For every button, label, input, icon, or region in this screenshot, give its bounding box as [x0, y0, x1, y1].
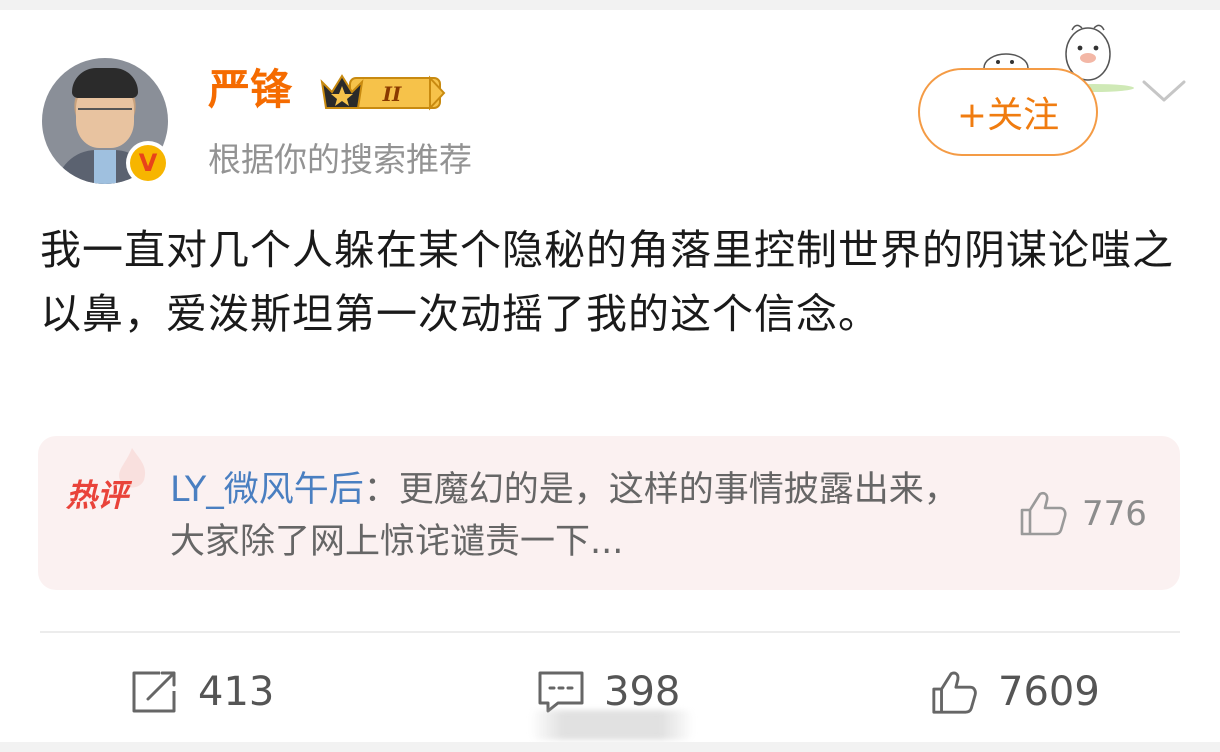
comment-icon: [538, 671, 584, 713]
repost-icon: [132, 671, 176, 713]
watermark-blur: [530, 710, 694, 740]
bottom-divider: [0, 742, 1220, 752]
chevron-down-icon[interactable]: [1140, 76, 1188, 106]
repost-button[interactable]: 413: [130, 664, 274, 720]
post-text: 我一直对几个人躲在某个隐秘的角落里控制世界的阴谋论嗤之以鼻，爱泼斯坦第一次动摇了…: [40, 226, 1174, 338]
divider: [40, 631, 1180, 633]
comment-separator: ：: [363, 470, 399, 510]
username[interactable]: 严锋: [208, 62, 292, 118]
comment-count: 398: [604, 669, 681, 715]
vip-crown-icon[interactable]: II: [320, 70, 446, 112]
hot-comment-tag: 热评: [66, 478, 128, 514]
hot-comment-body: LY_微风午后：更魔幻的是，这样的事情披露出来，大家除了网上惊诧谴责一下...: [170, 464, 960, 568]
top-divider: [0, 0, 1220, 10]
comment-like-count: 776: [1082, 494, 1147, 534]
like-count: 7609: [998, 669, 1100, 715]
weibo-post-card: V 严锋 II 根据你的搜索推荐 +关注 我一直对几个人躲在某个隐秘的角落里控制…: [0, 0, 1220, 752]
like-button[interactable]: 7609: [928, 664, 1100, 720]
thumb-up-icon[interactable]: [1018, 488, 1068, 538]
recommendation-reason: 根据你的搜索推荐: [208, 140, 472, 179]
verified-icon: V: [126, 141, 170, 185]
repost-count: 413: [198, 669, 275, 715]
comment-username[interactable]: LY_微风午后: [170, 470, 364, 510]
follow-button[interactable]: +关注: [918, 68, 1098, 156]
thumb-up-icon: [932, 671, 977, 714]
vip-level: II: [382, 82, 402, 106]
